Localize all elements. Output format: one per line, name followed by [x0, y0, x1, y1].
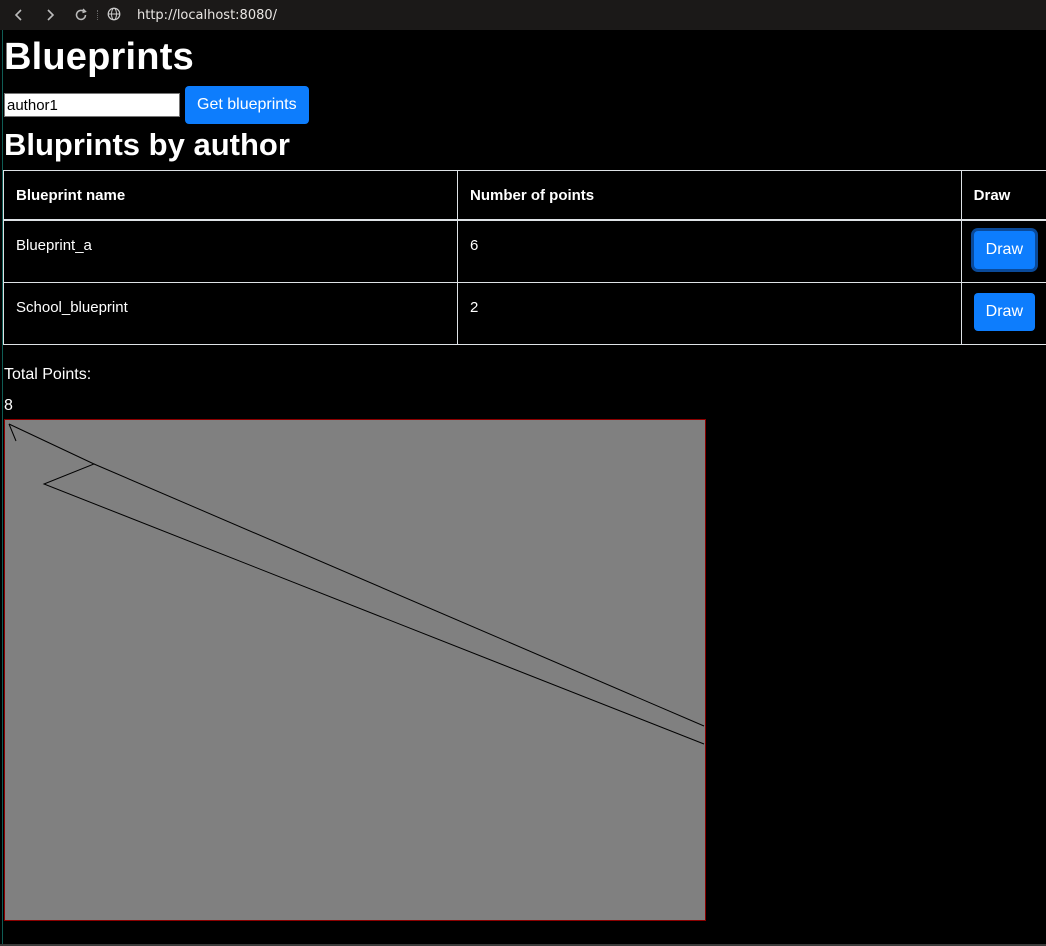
blueprint-canvas[interactable] [4, 419, 706, 921]
window-edge [2, 30, 3, 946]
back-icon[interactable] [12, 8, 26, 22]
table-header-row: Blueprint name Number of points Draw [3, 170, 1046, 221]
column-header-name: Blueprint name [3, 170, 458, 221]
globe-icon [107, 6, 121, 25]
column-header-draw: Draw [960, 170, 1046, 221]
blueprints-table: Blueprint name Number of points Draw Blu… [3, 170, 1046, 345]
draw-cell: Draw [960, 219, 1046, 283]
forward-icon[interactable] [43, 8, 57, 22]
canvas-drawing [4, 419, 706, 921]
blueprint-points: 6 [456, 219, 962, 283]
address-bar[interactable]: http://localhost:8080/ [137, 8, 277, 23]
total-points-label: Total Points: [4, 366, 92, 383]
reload-icon[interactable] [74, 8, 88, 22]
total-points-value: 8 [4, 397, 13, 414]
toolbar-divider [97, 10, 99, 20]
blueprint-name: School_blueprint [3, 281, 458, 345]
draw-button[interactable]: Draw [973, 292, 1035, 331]
section-title: Bluprints by author [4, 127, 290, 162]
table-row: School_blueprint 2 Draw [3, 281, 1046, 345]
get-blueprints-button[interactable]: Get blueprints [185, 86, 309, 124]
canvas-background [4, 419, 706, 921]
table-row: Blueprint_a 6 Draw [3, 219, 1046, 283]
page-title: Blueprints [4, 36, 194, 78]
draw-cell: Draw [960, 281, 1046, 345]
column-header-points: Number of points [456, 170, 962, 221]
blueprint-name: Blueprint_a [3, 219, 458, 283]
draw-button[interactable]: Draw [973, 231, 1035, 269]
browser-toolbar: http://localhost:8080/ [0, 0, 1046, 30]
author-input[interactable] [4, 93, 180, 117]
search-row: Get blueprints [4, 86, 309, 124]
blueprint-points: 2 [456, 281, 962, 345]
